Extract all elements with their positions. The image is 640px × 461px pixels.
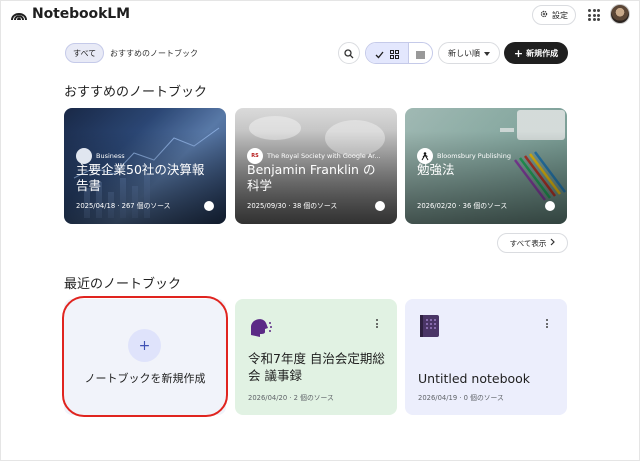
- card-meta: 2025/04/18 · 267 個のソース: [76, 202, 171, 210]
- filter-recommended-chip[interactable]: おすすめのノートブック: [110, 43, 198, 63]
- notebook-book-icon: [417, 313, 443, 339]
- show-all-label: すべて表示: [509, 238, 547, 248]
- notebook-title: Untitled notebook: [418, 371, 531, 386]
- card-title: 主要企業50社の決算報告書: [76, 162, 205, 193]
- list-view-button[interactable]: [408, 43, 432, 63]
- chevron-right-icon: [550, 238, 556, 248]
- featured-notebook-card[interactable]: RS The Royal Society with Google Ar... B…: [235, 108, 397, 224]
- notebook-title: 令和7年度 自治会定期総会 議事録: [248, 351, 385, 383]
- new-notebook-button[interactable]: + 新規作成: [504, 42, 568, 64]
- globe-icon: [204, 201, 214, 211]
- featured-notebook-card[interactable]: Business 主要企業50社の決算報告書 2025/04/18 · 267 …: [64, 108, 226, 224]
- notebook-card[interactable]: 令和7年度 自治会定期総会 議事録 2026/04/20 · 2 個のソース: [235, 299, 397, 415]
- app-logo[interactable]: NotebookLM: [10, 6, 130, 22]
- card-meta: 2026/02/20 · 36 個のソース: [417, 202, 508, 210]
- more-vert-icon[interactable]: [546, 319, 549, 328]
- card-source-label: The Royal Society with Google Ar...: [267, 152, 381, 160]
- recent-heading: 最近のノートブック: [64, 277, 182, 292]
- filter-all-chip[interactable]: すべて: [65, 43, 105, 63]
- caret-down-icon: [484, 49, 490, 58]
- apps-grid-icon[interactable]: [588, 9, 600, 21]
- gear-icon: [540, 10, 548, 20]
- sort-dropdown[interactable]: 新しい順: [438, 42, 500, 64]
- search-button[interactable]: [338, 42, 360, 64]
- globe-icon: [545, 201, 555, 211]
- top-bar: NotebookLM 設定: [0, 0, 640, 32]
- plus-icon: +: [513, 46, 524, 60]
- featured-notebook-card[interactable]: Bloomsbury Publishing 勉強法 2026/02/20 · 3…: [405, 108, 567, 224]
- check-icon: [375, 44, 384, 63]
- card-title: Benjamin Franklin の科学: [247, 162, 376, 193]
- notebook-card[interactable]: Untitled notebook 2026/04/19 · 0 個のソース: [405, 299, 567, 415]
- list-icon: [416, 44, 425, 63]
- settings-button[interactable]: 設定: [532, 5, 576, 25]
- recommended-heading: おすすめのノートブック: [64, 85, 208, 100]
- notebooklm-logo-icon: [10, 7, 28, 21]
- card-meta: 2025/09/30 · 38 個のソース: [247, 202, 338, 210]
- grid-view-button[interactable]: [366, 43, 408, 63]
- grid-icon: [390, 44, 399, 63]
- sort-label: 新しい順: [448, 48, 480, 58]
- show-all-button[interactable]: すべて表示: [497, 233, 568, 253]
- card-source-label: Business: [96, 152, 125, 160]
- card-title: 勉強法: [417, 162, 455, 177]
- highlight-circle: [62, 296, 228, 417]
- notebook-meta: 2026/04/20 · 2 個のソース: [248, 394, 334, 402]
- app-title: NotebookLM: [32, 6, 130, 22]
- new-button-label: 新規作成: [526, 48, 559, 58]
- globe-icon: [375, 201, 385, 211]
- search-icon: [344, 44, 354, 63]
- speaking-head-icon: [247, 313, 273, 339]
- card-source-label: Bloomsbury Publishing: [437, 152, 511, 160]
- settings-label: 設定: [552, 10, 568, 20]
- avatar[interactable]: [610, 4, 630, 24]
- notebook-meta: 2026/04/19 · 0 個のソース: [418, 394, 504, 402]
- view-toggle: [365, 42, 433, 64]
- more-vert-icon[interactable]: [376, 319, 379, 328]
